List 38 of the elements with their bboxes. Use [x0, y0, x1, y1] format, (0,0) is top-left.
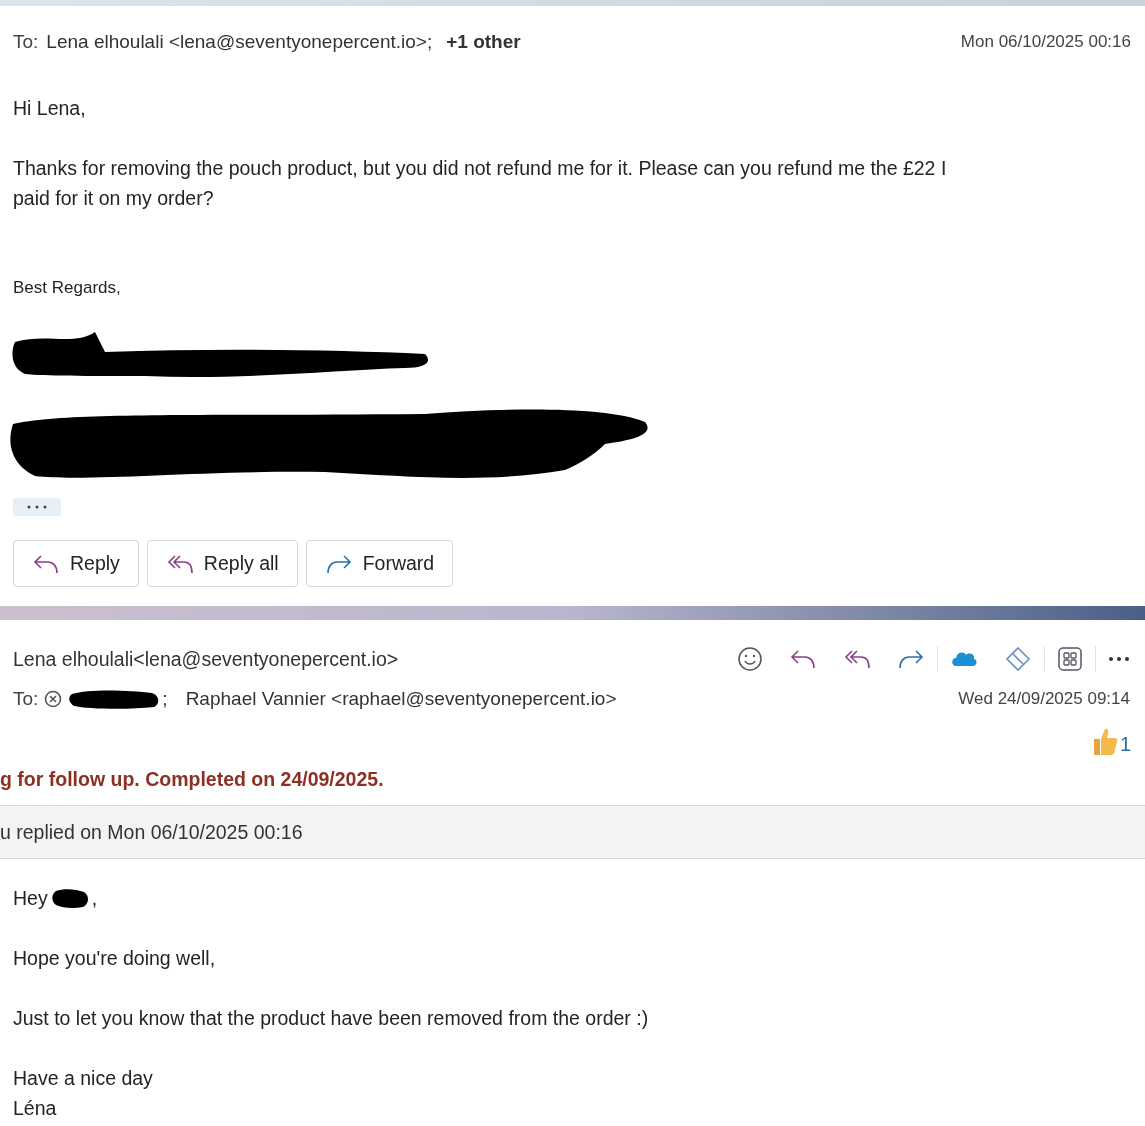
apps-icon[interactable] [1057, 646, 1083, 672]
reply-button[interactable]: Reply [13, 540, 139, 587]
body-paragraph: Thanks for removing the pouch product, but you did not refund me for it. Please can you refund me the £22 I paid for it on my order? [13, 156, 948, 211]
follow-up-notice: g for follow up. Completed on 24/09/2025. [0, 768, 385, 791]
emoji-icon[interactable] [737, 646, 763, 672]
more-icon[interactable] [1108, 656, 1130, 662]
reply-all-icon [165, 552, 194, 575]
sender-name[interactable]: Lena elhoulali<lena@seventyonepercent.io> [13, 647, 399, 671]
recipient-separator: ; [162, 688, 168, 710]
thumbs-up-icon [1091, 726, 1118, 756]
to-label: To: [13, 688, 39, 710]
closing-line: Léna [13, 1096, 58, 1121]
signature-text: Best Regards, [13, 278, 122, 298]
more-recipients-link[interactable]: +1 other [446, 31, 521, 53]
reply-icon [32, 552, 60, 575]
body-paragraph: Hope you're doing well, [13, 946, 217, 971]
closing-line: Have a nice day [13, 1066, 154, 1091]
remove-icon[interactable] [44, 690, 63, 708]
greeting-punctuation: , [91, 886, 98, 911]
reaction-button[interactable]: 1 [1091, 726, 1131, 756]
message-date: Wed 24/09/2025 09:14 [958, 689, 1130, 709]
to-label: To: [13, 31, 39, 53]
diamond-icon[interactable] [1004, 645, 1032, 673]
greeting-text: Hey [13, 886, 48, 911]
more-icon [26, 504, 48, 510]
body-paragraph: Hi Lena, [13, 96, 87, 121]
replied-banner: u replied on Mon 06/10/2025 00:16 [0, 805, 1145, 859]
reply-icon[interactable] [789, 648, 817, 670]
recipient[interactable]: Raphael Vannier <raphael@seventyonepercent.io> [185, 688, 617, 710]
reply-all-icon[interactable] [843, 648, 871, 670]
body-paragraph: Just to let you know that the product have been removed from the order :) [13, 1006, 650, 1031]
message-date: Mon 06/10/2025 00:16 [960, 32, 1131, 52]
forward-icon [324, 552, 353, 575]
redaction-mark [49, 887, 90, 909]
reply-all-button[interactable]: Reply all [146, 540, 298, 587]
forward-icon[interactable] [897, 648, 925, 670]
recipient[interactable]: Lena elhoulali <lena@seventyonepercent.io>; [46, 31, 433, 53]
forward-button[interactable]: Forward [305, 540, 454, 587]
